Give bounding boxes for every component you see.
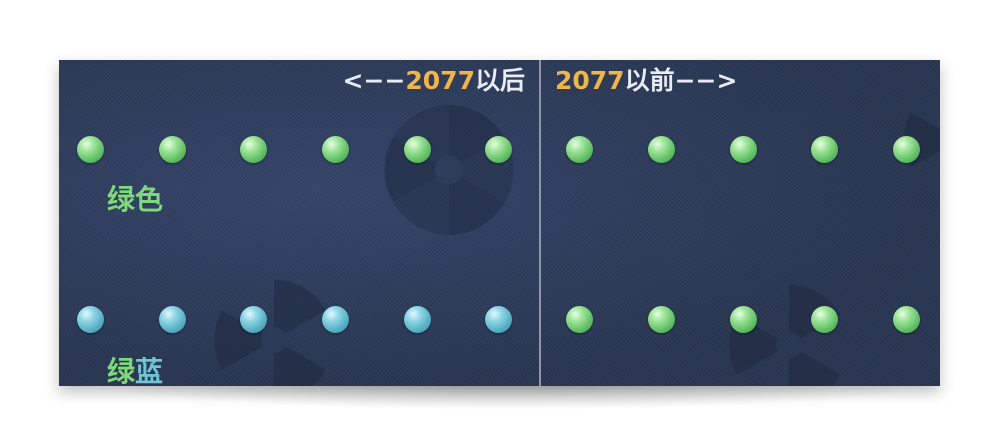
bead-blue — [322, 306, 349, 333]
panel-after-2077: <−−2077以后 绿色 绿蓝 — [59, 60, 539, 386]
bead-green — [485, 136, 512, 163]
year-label: 2077 — [405, 66, 475, 95]
bead-green — [322, 136, 349, 163]
bead-blue — [77, 306, 104, 333]
bead-green — [77, 136, 104, 163]
before-label: 以前 — [624, 66, 675, 95]
year-label: 2077 — [555, 66, 625, 95]
bead-green — [811, 306, 838, 333]
bead-green — [811, 136, 838, 163]
comparison-board: <−−2077以后 绿色 绿蓝 2077以前−−> — [59, 60, 940, 386]
bead-blue — [485, 306, 512, 333]
bead-green — [648, 136, 675, 163]
bead-blue — [159, 306, 186, 333]
bead-green — [566, 136, 593, 163]
label-green-blue: 绿蓝 — [107, 350, 163, 386]
bead-green — [566, 306, 593, 333]
label-green-part: 绿 — [107, 355, 136, 386]
header-after-2077: <−−2077以后 — [343, 64, 525, 98]
bead-green — [648, 306, 675, 333]
arrow-left-label: <−− — [342, 66, 406, 95]
bead-green — [240, 136, 267, 163]
bead-green — [159, 136, 186, 163]
arrow-right-label: −−> — [674, 66, 738, 95]
header-before-2077: 2077以前−−> — [555, 64, 737, 98]
bead-blue — [404, 306, 431, 333]
bead-green — [730, 136, 757, 163]
label-green: 绿色 — [107, 183, 164, 216]
bead-blue — [240, 306, 267, 333]
bead-green — [893, 136, 920, 163]
bead-green — [893, 306, 920, 333]
bead-green — [730, 306, 757, 333]
panel-before-2077: 2077以前−−> — [541, 60, 940, 386]
bead-green — [404, 136, 431, 163]
after-label: 以后 — [474, 66, 525, 95]
label-blue-part: 蓝 — [135, 355, 164, 386]
